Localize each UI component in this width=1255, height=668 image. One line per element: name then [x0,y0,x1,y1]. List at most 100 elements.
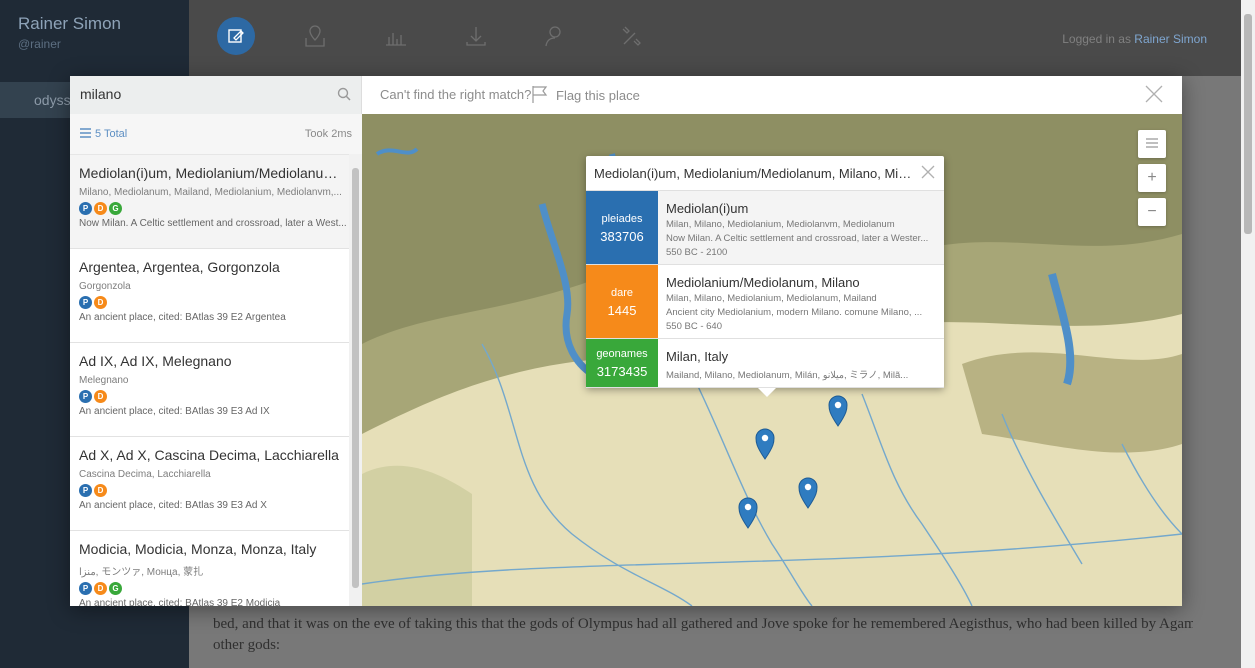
map-icon[interactable] [296,17,334,55]
top-toolbar: Logged in as Rainer Simon [189,0,1241,76]
gazetteer-name: dare [610,286,634,299]
record-info: Mediolanium/Mediolanum, Milano Milan, Mil… [658,265,944,338]
gazetteer-id: 383706 [600,228,644,244]
result-title: Ad IX, Ad IX, Melegnano [79,353,232,369]
result-description: An ancient place, cited: BAtlas 39 E2 Ar… [79,312,286,323]
gazetteer-record[interactable]: geonames 3173435 Milan, Italy Mailand, Mila… [586,339,944,388]
result-title: Argentea, Argentea, Gorgonzola [79,259,280,275]
flag-place-button[interactable]: Flag this place [530,84,640,107]
results-panel: 5 Total Took 2ms Mediolan(i)um, Mediolan… [70,114,363,606]
gazetteer-badges: PDG [79,202,348,215]
cant-find-label: Can't find the right match? [380,87,532,102]
result-description: An ancient place, cited: BAtlas 39 E2 Mo… [79,598,281,606]
gazetteer-label: pleiades 383706 [586,191,658,264]
gazetteer-badge: G [109,202,122,215]
gazetteer-badges: PDG [79,582,348,595]
page-scrollbar-thumb[interactable] [1244,14,1252,234]
gazetteer-name: geonames [596,348,648,360]
result-item[interactable]: Ad IX, Ad IX, Melegnano Melegnano P D An anc… [70,343,362,437]
menu-icon [1146,135,1158,153]
gazetteer-label: dare 1445 [586,265,658,338]
popup-title: Mediolan(i)um, Mediolanium/Mediolanum, M… [594,165,912,181]
gazetteer-label: geonames 3173435 [586,339,658,387]
results-meta: 5 Total Took 2ms [70,114,362,155]
stats-icon[interactable] [377,17,415,55]
gazetteer-badge: D [94,390,107,403]
record-names: Milan, Milano, Mediolanium, Mediolanvm, … [666,219,895,230]
result-item[interactable]: Argentea, Argentea, Gorgonzola Gorgonzola… [70,249,362,343]
place-popup: Mediolan(i)um, Mediolanium/Mediolanum, M… [586,156,944,397]
record-title: Mediolanium/Mediolanum, Milano [666,275,860,290]
plus-icon: + [1147,169,1157,186]
record-names: Milan, Milano, Mediolanium, Mediolanum, … [666,293,877,304]
record-description: Ancient city Mediolanium, modern Milano.… [666,307,923,318]
result-item[interactable]: Modicia, Modicia, Monza, Monza, Italy منز… [70,531,362,606]
gazetteer-id: 1445 [607,302,637,318]
result-title: Ad X, Ad X, Cascina Decima, Lacchiarella [79,447,339,463]
record-description: Now Milan. A Celtic settlement and cross… [666,233,929,244]
result-item[interactable]: Mediolan(i)um, Mediolanium/Mediolanum, M… [70,155,362,249]
gazetteer-badge: P [79,582,92,595]
modal-header: Can't find the right match? Flag this pl… [70,76,1182,115]
gazetteer-name: pleiades [601,212,643,225]
document-text: bed, and that it was on the eve of takin… [213,616,1193,654]
popup-header: Mediolan(i)um, Mediolanium/Mediolanum, M… [586,156,944,191]
document-text-line0: bed, and that it was on the eve of takin… [213,616,1193,632]
edit-icon[interactable] [217,17,255,55]
zoom-out-button[interactable]: − [1138,198,1166,226]
results-scrollbar-thumb[interactable] [352,168,359,588]
gazetteer-id: 3173435 [596,364,648,379]
user-handle: @rainer [18,37,61,51]
gazetteer-badges: PD [79,484,348,497]
settings-icon[interactable] [613,17,651,55]
user-block: Rainer Simon @rainer [18,14,121,51]
search-timing: Took 2ms [304,128,352,140]
gazetteer-badges: PD [79,390,348,403]
result-names: Melegnano [79,375,129,386]
layers-menu-button[interactable] [1138,130,1166,158]
results-scrollbar[interactable] [349,154,362,606]
gazetteer-badge: P [79,202,92,215]
popup-close-icon[interactable] [920,164,936,183]
gazetteer-badge: P [79,390,92,403]
page-scrollbar[interactable] [1241,0,1255,668]
gazetteer-badge: P [79,296,92,309]
logged-prefix: Logged in as [1062,32,1131,46]
georesolution-modal: Can't find the right match? Flag this pl… [70,76,1182,606]
list-icon [80,127,91,141]
logged-user-link[interactable]: Rainer Simon [1134,32,1207,46]
record-info: Milan, Italy Mailand, Milano, Mediolanum,… [658,339,944,387]
search-input[interactable] [78,85,332,103]
gazetteer-record[interactable]: pleiades 383706 Mediolan(i)um Milan, Milano… [586,191,944,265]
gazetteer-records: pleiades 383706 Mediolan(i)um Milan, Milano… [586,191,944,388]
document-text-line1: other gods: [213,637,281,653]
search-icon[interactable] [337,87,351,106]
result-names: Gorgonzola [79,281,131,292]
record-title: Milan, Italy [666,349,729,364]
result-title: Mediolan(i)um, Mediolanium/Mediolanum, M… [79,165,348,181]
gazetteer-badge: P [79,484,92,497]
gazetteer-badge: D [94,582,107,595]
gazetteer-badges: PD [79,296,348,309]
result-names: منزا, モンツァ, Монца, 蒙扎 [79,567,204,578]
result-description: An ancient place, cited: BAtlas 39 E3 Ad… [79,500,267,511]
download-icon[interactable] [457,17,495,55]
record-dates: 550 BC - 2100 [666,247,728,258]
results-total: 5 Total [80,127,128,141]
gazetteer-record[interactable]: dare 1445 Mediolanium/Mediolanum, Milano Mi… [586,265,944,339]
flag-icon [530,84,550,107]
users-icon[interactable] [536,17,574,55]
total-count: 5 Total [95,128,128,140]
record-title: Mediolan(i)um [666,201,749,216]
gazetteer-badge: G [109,582,122,595]
minus-icon: − [1147,203,1157,220]
gazetteer-badge: D [94,484,107,497]
result-description: An ancient place, cited: BAtlas 39 E3 Ad… [79,406,270,417]
zoom-in-button[interactable]: + [1138,164,1166,192]
close-icon[interactable] [1144,84,1164,109]
flag-place-label: Flag this place [556,88,640,103]
map[interactable]: + − Mediolan(i)um, Mediolanium/Mediolanu… [362,114,1182,606]
record-names: Mailand, Milano, Mediolanum, Milán, میلا… [666,370,909,381]
result-item[interactable]: Ad X, Ad X, Cascina Decima, Lacchiarella… [70,437,362,531]
user-name: Rainer Simon [18,14,121,33]
